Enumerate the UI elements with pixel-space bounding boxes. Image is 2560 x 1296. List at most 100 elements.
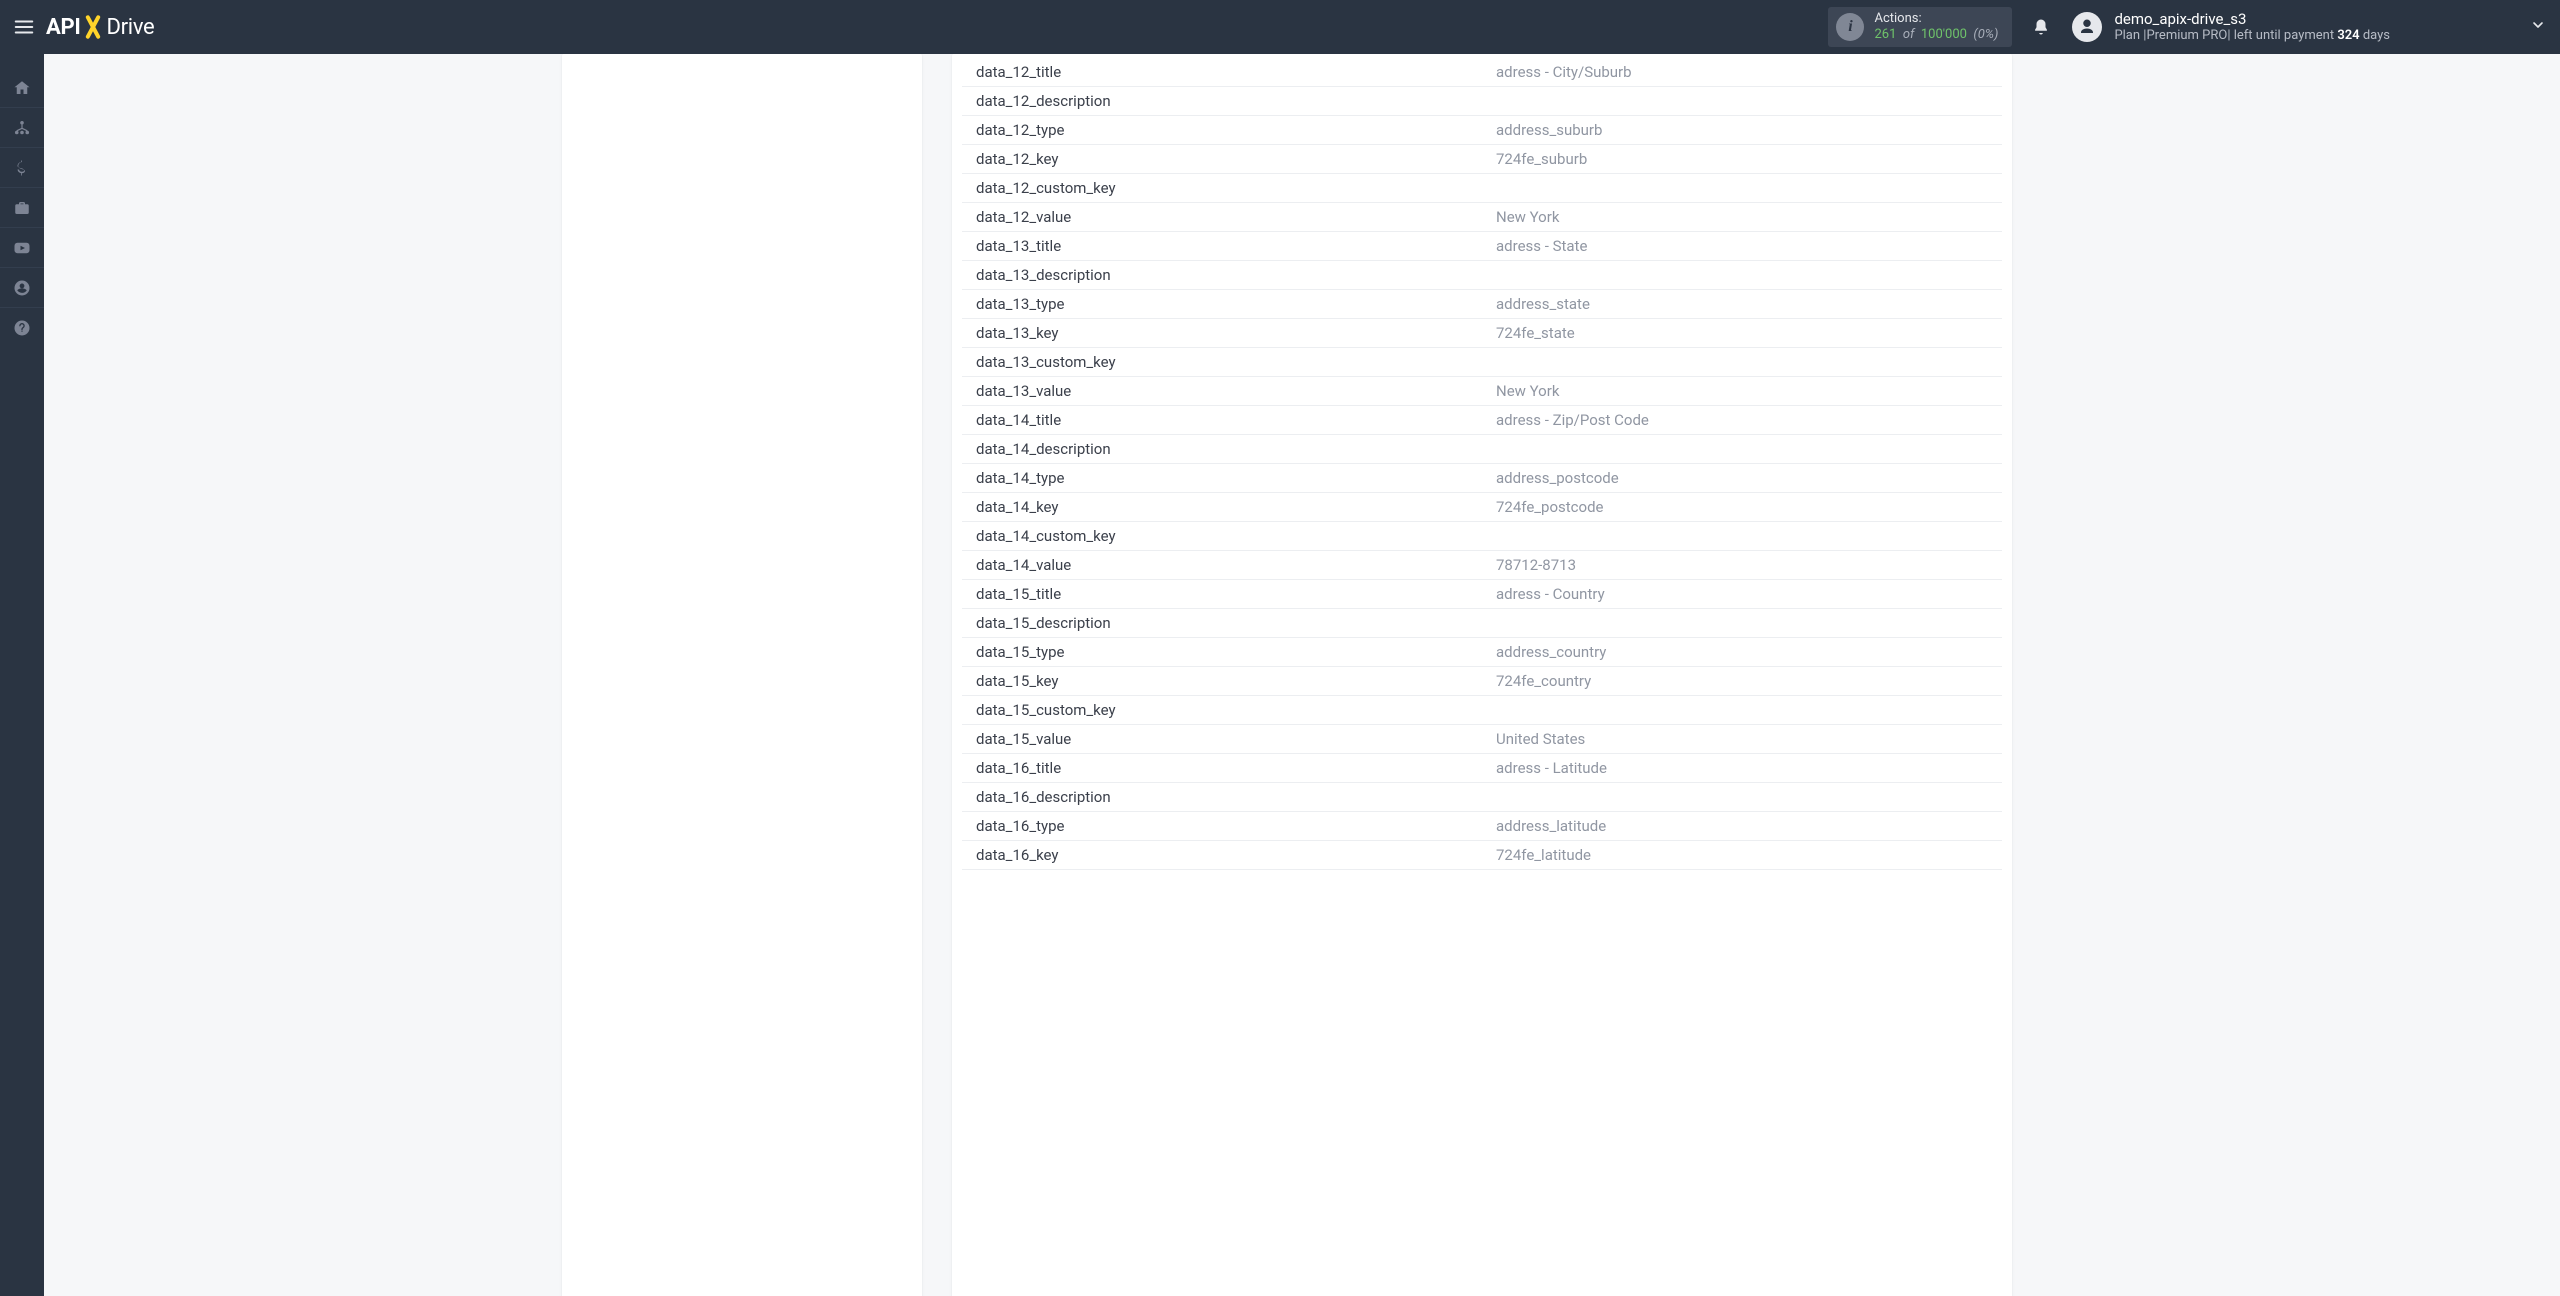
nav-home[interactable] (0, 68, 44, 108)
field-key: data_13_title (962, 232, 1482, 261)
user-name: demo_apix-drive_s3 (2114, 10, 2390, 28)
nav-work[interactable] (0, 188, 44, 228)
field-key: data_14_description (962, 435, 1482, 464)
brand-post: Drive (107, 15, 155, 40)
table-row: data_13_typeaddress_state (962, 290, 2002, 319)
field-value: 78712-8713 (1482, 551, 2002, 580)
field-key: data_12_title (962, 58, 1482, 87)
user-meta: demo_apix-drive_s3 Plan |Premium PRO| le… (2114, 10, 2390, 44)
table-row: data_16_description (962, 783, 2002, 812)
field-value: 724fe_country (1482, 667, 2002, 696)
avatar (2072, 12, 2102, 42)
field-key: data_15_value (962, 725, 1482, 754)
table-row: data_15_typeaddress_country (962, 638, 2002, 667)
table-row: data_15_key724fe_country (962, 667, 2002, 696)
field-value: 724fe_latitude (1482, 841, 2002, 870)
actions-pct: (0%) (1970, 27, 1998, 42)
table-row: data_16_key724fe_latitude (962, 841, 2002, 870)
field-key: data_12_description (962, 87, 1482, 116)
field-key: data_14_type (962, 464, 1482, 493)
field-value: adress - State (1482, 232, 2002, 261)
field-value: adress - Country (1482, 580, 2002, 609)
field-key: data_13_value (962, 377, 1482, 406)
menu-toggle[interactable] (8, 11, 40, 43)
field-value: adress - City/Suburb (1482, 58, 2002, 87)
field-key: data_12_key (962, 145, 1482, 174)
field-key: data_13_custom_key (962, 348, 1482, 377)
table-row: data_14_value78712-8713 (962, 551, 2002, 580)
field-value (1482, 435, 2002, 464)
table-row: data_12_titleadress - City/Suburb (962, 58, 2002, 87)
nav-connections[interactable] (0, 108, 44, 148)
field-key: data_12_custom_key (962, 174, 1482, 203)
field-value: address_state (1482, 290, 2002, 319)
table-row: data_13_custom_key (962, 348, 2002, 377)
field-value: New York (1482, 203, 2002, 232)
plan-days: 324 (2337, 28, 2359, 43)
table-row: data_15_custom_key (962, 696, 2002, 725)
field-key: data_16_key (962, 841, 1482, 870)
table-row: data_14_typeaddress_postcode (962, 464, 2002, 493)
field-key: data_16_description (962, 783, 1482, 812)
top-header: API Drive i Actions: 261 of 100'000 (0%)… (0, 0, 2560, 54)
table-row: data_14_titleadress - Zip/Post Code (962, 406, 2002, 435)
field-value: address_country (1482, 638, 2002, 667)
table-row: data_13_key724fe_state (962, 319, 2002, 348)
table-row: data_12_custom_key (962, 174, 2002, 203)
field-value: adress - Zip/Post Code (1482, 406, 2002, 435)
field-key: data_15_key (962, 667, 1482, 696)
field-value: United States (1482, 725, 2002, 754)
table-row: data_12_typeaddress_suburb (962, 116, 2002, 145)
table-row: data_16_titleadress - Latitude (962, 754, 2002, 783)
field-key: data_12_type (962, 116, 1482, 145)
field-key: data_14_key (962, 493, 1482, 522)
field-value: New York (1482, 377, 2002, 406)
field-value: address_postcode (1482, 464, 2002, 493)
side-nav (0, 54, 44, 1296)
actions-current: 261 (1874, 27, 1896, 42)
field-value: address_suburb (1482, 116, 2002, 145)
field-key: data_13_key (962, 319, 1482, 348)
nav-help[interactable] (0, 308, 44, 348)
field-key: data_14_title (962, 406, 1482, 435)
left-placeholder-panel (562, 54, 922, 1296)
brand-pre: API (46, 15, 81, 40)
field-key: data_12_value (962, 203, 1482, 232)
panel-row: data_12_titleadress - City/Suburbdata_12… (562, 54, 2042, 1296)
field-value (1482, 696, 2002, 725)
notifications-icon[interactable] (2030, 16, 2052, 38)
field-key: data_13_type (962, 290, 1482, 319)
nav-billing[interactable] (0, 148, 44, 188)
user-menu[interactable]: demo_apix-drive_s3 Plan |Premium PRO| le… (2072, 10, 2546, 44)
table-row: data_14_custom_key (962, 522, 2002, 551)
workspace: data_12_titleadress - City/Suburbdata_12… (44, 54, 2560, 1296)
brand-logo[interactable]: API Drive (46, 13, 154, 41)
field-key: data_15_description (962, 609, 1482, 638)
table-row: data_14_key724fe_postcode (962, 493, 2002, 522)
nav-youtube[interactable] (0, 228, 44, 268)
field-value: 724fe_state (1482, 319, 2002, 348)
field-key: data_15_type (962, 638, 1482, 667)
table-row: data_15_description (962, 609, 2002, 638)
field-value: 724fe_suburb (1482, 145, 2002, 174)
user-plan: Plan |Premium PRO| left until payment 32… (2114, 28, 2390, 44)
table-row: data_13_description (962, 261, 2002, 290)
plan-pre: Plan |Premium PRO| left until payment (2114, 28, 2337, 43)
info-icon: i (1836, 13, 1864, 41)
field-value (1482, 522, 2002, 551)
nav-account[interactable] (0, 268, 44, 308)
actions-counter[interactable]: i Actions: 261 of 100'000 (0%) (1828, 7, 2012, 47)
table-row: data_15_valueUnited States (962, 725, 2002, 754)
table-row: data_16_typeaddress_latitude (962, 812, 2002, 841)
field-value (1482, 348, 2002, 377)
field-value: 724fe_postcode (1482, 493, 2002, 522)
actions-text: Actions: 261 of 100'000 (0%) (1874, 11, 1998, 42)
field-key: data_13_description (962, 261, 1482, 290)
table-row: data_12_description (962, 87, 2002, 116)
field-value (1482, 87, 2002, 116)
actions-of: of (1900, 27, 1918, 42)
field-key: data_15_custom_key (962, 696, 1482, 725)
table-row: data_14_description (962, 435, 2002, 464)
field-key: data_14_value (962, 551, 1482, 580)
field-value: address_latitude (1482, 812, 2002, 841)
